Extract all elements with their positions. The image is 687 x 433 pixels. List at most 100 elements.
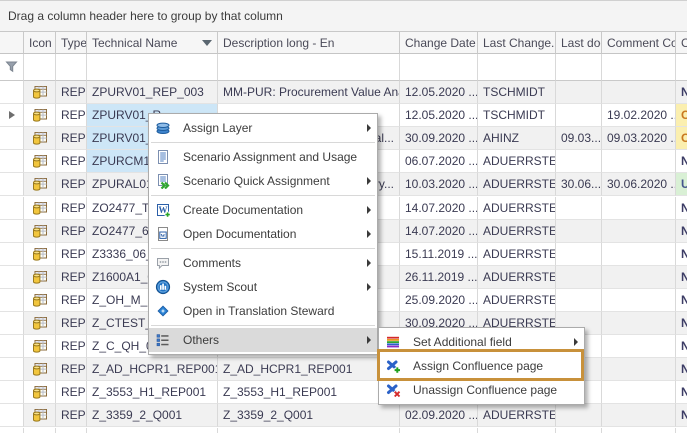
cell-last-doc[interactable] bbox=[556, 81, 602, 104]
cell-change-date[interactable]: 30.09.2020 ... bbox=[400, 127, 478, 150]
context-menu-item-open-in-translation-steward[interactable]: Open in Translation Steward bbox=[149, 299, 377, 323]
cell-description[interactable]: MM-PUR: Procurement Value Anal... bbox=[218, 81, 400, 104]
cell-last-doc[interactable] bbox=[556, 104, 602, 127]
cell-last-change[interactable]: AHINZ bbox=[478, 127, 556, 150]
cell-comment[interactable] bbox=[602, 266, 676, 289]
cell-row-indicator[interactable] bbox=[0, 150, 24, 173]
cell-status[interactable]: N bbox=[676, 220, 687, 243]
cell-last-doc[interactable]: 30.06.... bbox=[556, 173, 602, 196]
col-description[interactable]: Description long - En bbox=[218, 32, 400, 54]
filter-cell-col-comment[interactable] bbox=[602, 54, 676, 81]
cell-icon[interactable] bbox=[24, 104, 56, 127]
filter-cell-col-icon[interactable] bbox=[24, 54, 56, 81]
cell-status[interactable]: N bbox=[676, 335, 687, 358]
cell-icon[interactable] bbox=[24, 81, 56, 104]
cell-change-date[interactable] bbox=[400, 428, 478, 433]
cell-comment[interactable] bbox=[602, 220, 676, 243]
cell-icon[interactable] bbox=[24, 220, 56, 243]
cell-type[interactable]: REP bbox=[56, 312, 87, 335]
cell-last-doc[interactable] bbox=[556, 220, 602, 243]
col-icon[interactable]: Icon bbox=[24, 32, 56, 54]
cell-row-indicator[interactable] bbox=[0, 289, 24, 312]
cell-row-indicator[interactable] bbox=[0, 266, 24, 289]
cell-type[interactable]: REP bbox=[56, 266, 87, 289]
context-menu-item-assign-layer[interactable]: Assign Layer bbox=[149, 116, 377, 140]
cell-last-doc[interactable] bbox=[556, 289, 602, 312]
context-menu-item-scenario-quick-assignment[interactable]: Scenario Quick Assignment bbox=[149, 169, 377, 193]
filter-cell-col-technical-name[interactable] bbox=[87, 54, 218, 81]
filter-cell-col-last-doc[interactable] bbox=[556, 54, 602, 81]
cell-row-indicator[interactable] bbox=[0, 312, 24, 335]
cell-status[interactable] bbox=[676, 428, 687, 433]
cell-change-date[interactable]: 26.11.2019 ... bbox=[400, 266, 478, 289]
cell-technical-name[interactable] bbox=[87, 428, 218, 433]
cell-change-date[interactable]: 15.11.2019 ... bbox=[400, 243, 478, 266]
cell-change-date[interactable]: 10.03.2020 ... bbox=[400, 173, 478, 196]
cell-last-change[interactable]: TSCHMIDT bbox=[478, 104, 556, 127]
cell-technical-name[interactable]: Z_3553_H1_REP001 bbox=[87, 381, 218, 404]
cell-technical-name[interactable]: Z_3359_2_Q001 bbox=[87, 404, 218, 427]
cell-row-indicator[interactable] bbox=[0, 243, 24, 266]
cell-description[interactable]: Z_3553_H1_REP001 bbox=[218, 381, 400, 404]
cell-row-indicator[interactable] bbox=[0, 104, 24, 127]
cell-status[interactable]: N bbox=[676, 358, 687, 381]
cell-icon[interactable] bbox=[24, 266, 56, 289]
cell-row-indicator[interactable] bbox=[0, 358, 24, 381]
cell-last-change[interactable]: TSCHMIDT bbox=[478, 81, 556, 104]
cell-comment[interactable] bbox=[602, 404, 676, 427]
col-technical-name[interactable]: Technical Name bbox=[87, 32, 218, 54]
cell-type[interactable]: REP bbox=[56, 243, 87, 266]
cell-last-change[interactable]: ADUERRSTE... bbox=[478, 266, 556, 289]
cell-status[interactable]: N bbox=[676, 404, 687, 427]
cell-description[interactable]: Z_AD_HCPR1_REP001 bbox=[218, 358, 400, 381]
cell-icon[interactable] bbox=[24, 127, 56, 150]
cell-comment[interactable] bbox=[602, 289, 676, 312]
context-menu-item-comments[interactable]: Comments bbox=[149, 251, 377, 275]
cell-comment[interactable]: 19.02.2020 ... bbox=[602, 104, 676, 127]
cell-icon[interactable] bbox=[24, 358, 56, 381]
row-indicator-header[interactable] bbox=[0, 32, 24, 54]
cell-type[interactable]: REP bbox=[56, 173, 87, 196]
cell-row-indicator[interactable] bbox=[0, 173, 24, 196]
cell-type[interactable]: REP bbox=[56, 81, 87, 104]
cell-type[interactable]: REP bbox=[56, 289, 87, 312]
cell-icon[interactable] bbox=[24, 243, 56, 266]
cell-last-doc[interactable] bbox=[556, 428, 602, 433]
cell-icon[interactable] bbox=[24, 404, 56, 427]
cell-last-doc[interactable] bbox=[556, 150, 602, 173]
cell-type[interactable]: REP bbox=[56, 150, 87, 173]
cell-description[interactable]: Z_3359_2_Q001 bbox=[218, 404, 400, 427]
cell-type[interactable]: REP bbox=[56, 104, 87, 127]
cell-status[interactable]: N bbox=[676, 197, 687, 220]
cell-status[interactable]: U bbox=[676, 173, 687, 196]
cell-type[interactable]: REP bbox=[56, 335, 87, 358]
cell-comment[interactable]: 30.06.2020 ... bbox=[602, 173, 676, 196]
cell-row-indicator[interactable] bbox=[0, 220, 24, 243]
cell-change-date[interactable]: 06.07.2020 ... bbox=[400, 150, 478, 173]
filter-cell-col-c[interactable] bbox=[676, 54, 687, 81]
cell-comment[interactable] bbox=[602, 81, 676, 104]
cell-change-date[interactable]: 25.09.2020 ... bbox=[400, 289, 478, 312]
cell-row-indicator[interactable] bbox=[0, 81, 24, 104]
cell-icon[interactable] bbox=[24, 312, 56, 335]
cell-last-change[interactable]: ADUERRSTE... bbox=[478, 173, 556, 196]
cell-comment[interactable] bbox=[602, 150, 676, 173]
cell-type[interactable]: REP bbox=[56, 220, 87, 243]
cell-icon[interactable] bbox=[24, 173, 56, 196]
cell-last-change[interactable]: ADUERRSTE... bbox=[478, 150, 556, 173]
cell-status[interactable]: O bbox=[676, 127, 687, 150]
context-menu-item-system-scout[interactable]: System Scout bbox=[149, 275, 377, 299]
filter-cell-col-last-change[interactable] bbox=[478, 54, 556, 81]
cell-last-change[interactable]: ADUERRSTE... bbox=[478, 243, 556, 266]
cell-last-doc[interactable] bbox=[556, 266, 602, 289]
cell-row-indicator[interactable] bbox=[0, 335, 24, 358]
cell-icon[interactable] bbox=[24, 428, 56, 433]
group-by-panel[interactable]: Drag a column header here to group by th… bbox=[0, 1, 687, 32]
cell-icon[interactable] bbox=[24, 381, 56, 404]
cell-last-change[interactable]: ADUERRSTE... bbox=[478, 404, 556, 427]
cell-row-indicator[interactable] bbox=[0, 404, 24, 427]
cell-row-indicator[interactable] bbox=[0, 428, 24, 433]
col-last-change[interactable]: Last Change... bbox=[478, 32, 556, 54]
cell-icon[interactable] bbox=[24, 197, 56, 220]
col-c[interactable]: C bbox=[676, 32, 687, 54]
